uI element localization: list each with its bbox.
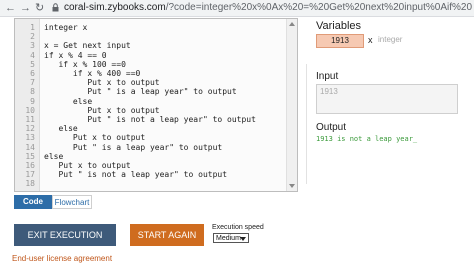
url-path: /?code=integer%20x%0Ax%20=%20Get%20next%… [165,2,472,13]
scroll-up-icon[interactable] [289,22,295,26]
editor-scrollbar[interactable] [286,19,297,191]
chevron-down-icon [240,237,246,241]
address-bar[interactable]: coral-sim.zybooks.com/?code=integer%20x%… [64,2,472,14]
start-again-button[interactable]: START AGAIN [130,224,204,246]
input-textarea[interactable]: 1913 [316,84,458,114]
execution-speed-value: Medium [216,235,241,242]
output-heading: Output [316,122,347,133]
execution-speed-select[interactable]: Medium [213,233,249,243]
tab-code[interactable]: Code [14,195,52,209]
line-number: 18 [25,179,35,189]
eula-link[interactable]: End-user license agreement [12,254,112,263]
tab-flowchart[interactable]: Flowchart [52,195,92,209]
exit-execution-button[interactable]: EXIT EXECUTION [14,224,116,246]
browser-toolbar: ← → ↻ coral-sim.zybooks.com/?code=intege… [0,0,474,17]
lock-icon [52,3,59,12]
code-line[interactable]: 18 [15,178,285,189]
variable-type: integer [378,35,403,44]
back-arrow-icon[interactable]: ← [5,1,16,15]
execution-speed-label: Execution speed [212,224,264,231]
reload-icon[interactable]: ↻ [35,1,44,15]
code-editor[interactable]: 1 integer x23x = Get next input 4 if x % 4 … [14,18,298,192]
panel-divider [306,64,307,184]
variable-name: x [368,35,373,45]
url-host: coral-sim.zybooks.com [64,2,166,13]
variable-value-box: 1913 [316,34,364,48]
output-console: 1913 is not a leap year_ [316,135,418,143]
input-heading: Input [316,71,339,82]
scroll-down-icon[interactable] [289,184,295,188]
variables-heading: Variables [316,20,362,32]
forward-arrow-icon[interactable]: → [20,1,31,15]
